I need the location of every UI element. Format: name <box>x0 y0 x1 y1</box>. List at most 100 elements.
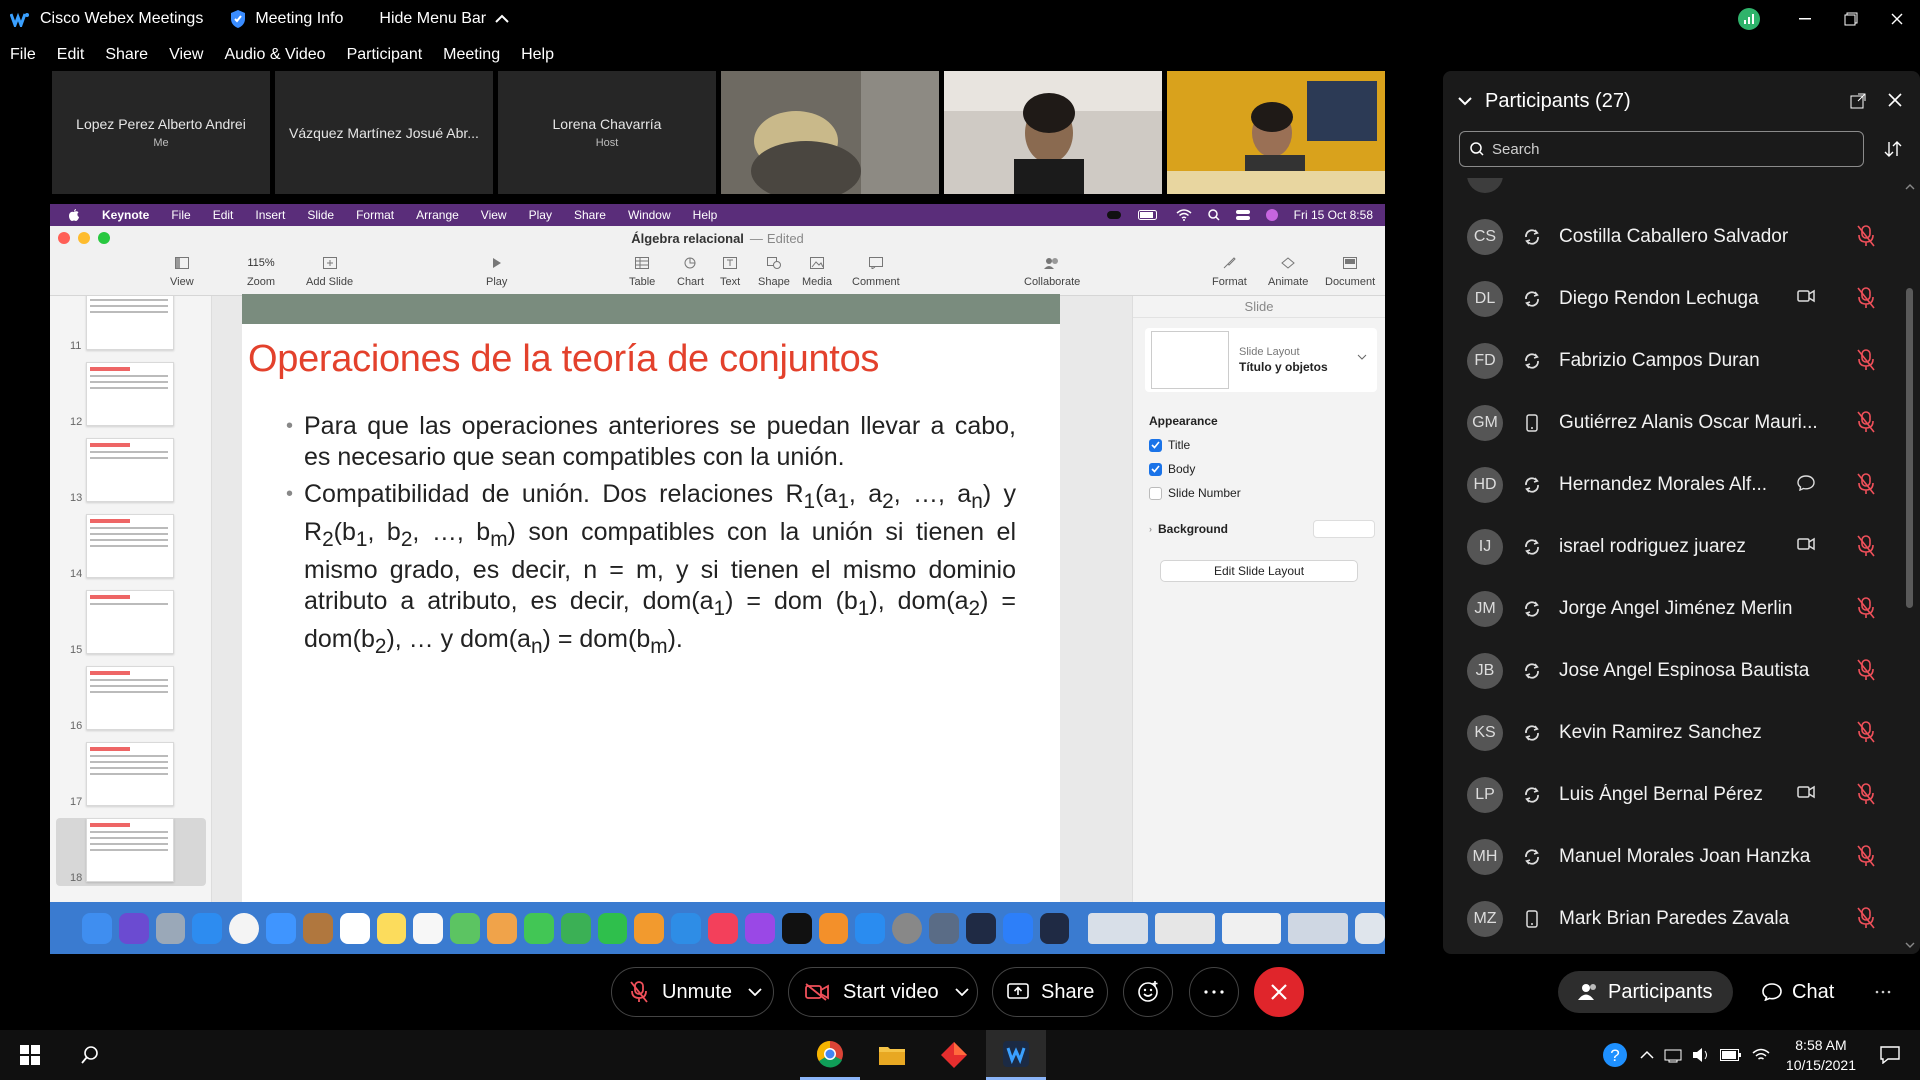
help-icon[interactable]: ? <box>1602 1042 1628 1068</box>
video-feed-3[interactable] <box>1167 71 1385 194</box>
file-explorer-icon[interactable] <box>862 1030 922 1080</box>
menu-share[interactable]: Share <box>105 46 148 64</box>
menu-audio-video[interactable]: Audio & Video <box>224 46 325 64</box>
video-feed-2[interactable] <box>944 71 1162 194</box>
taskbar-search-icon[interactable] <box>60 1030 120 1080</box>
muted-microphone-icon[interactable] <box>1857 659 1875 681</box>
restore-button[interactable] <box>1828 0 1874 38</box>
participants-toggle-button[interactable]: Participants <box>1558 971 1733 1013</box>
pop-out-icon[interactable] <box>1850 93 1866 109</box>
video-tile-self[interactable]: Lopez Perez Alberto Andrei Me <box>52 71 270 194</box>
tray-chevron-up-icon[interactable] <box>1640 1050 1654 1060</box>
volume-icon[interactable] <box>1692 1047 1710 1063</box>
video-tile-participant[interactable]: Vázquez Martínez Josué Abr... <box>275 71 493 194</box>
muted-microphone-icon[interactable] <box>1857 349 1875 371</box>
unmute-button[interactable]: Unmute <box>611 967 774 1017</box>
leave-meeting-button[interactable] <box>1254 967 1304 1017</box>
menu-edit[interactable]: Edit <box>57 46 85 64</box>
video-off-icon <box>805 983 829 1001</box>
disclosure-triangle-icon: › <box>1149 524 1152 534</box>
traffic-lights <box>58 232 110 244</box>
participant-row[interactable]: JM Jorge Angel Jiménez Merlin <box>1443 578 1903 640</box>
participant-scrollbar[interactable] <box>1903 178 1917 954</box>
battery-tray-icon[interactable] <box>1719 1049 1742 1061</box>
participant-row[interactable]: GM Gutiérrez Alanis Oscar Mauri... <box>1443 392 1903 454</box>
muted-microphone-icon[interactable] <box>1857 845 1875 867</box>
numbers-icon <box>560 912 591 944</box>
more-horizontal-icon <box>1875 990 1891 994</box>
muted-microphone-icon[interactable] <box>1857 721 1875 743</box>
menu-view[interactable]: View <box>169 46 203 64</box>
toolbar-shape: Shape <box>758 256 790 288</box>
video-feed-1[interactable] <box>721 71 939 194</box>
participant-row[interactable]: CS Costilla Caballero Salvador <box>1443 206 1903 268</box>
video-camera-icon <box>1797 537 1815 551</box>
body-checkbox-label: Body <box>1168 462 1196 476</box>
background-label: Background <box>1158 522 1229 536</box>
notifications-icon[interactable] <box>1880 1046 1900 1064</box>
chat-toggle-button[interactable]: Chat <box>1742 971 1854 1013</box>
muted-microphone-icon[interactable] <box>1857 287 1875 309</box>
slide-thumb-18-selected: 18 <box>56 818 206 886</box>
zoom-value: 115% <box>247 257 275 269</box>
menu-file[interactable]: File <box>10 46 36 64</box>
muted-microphone-icon[interactable] <box>1857 535 1875 557</box>
network-icon[interactable] <box>1664 1047 1682 1063</box>
participant-row[interactable]: DL Diego Rendon Lechuga <box>1443 268 1903 330</box>
wifi-tray-icon[interactable] <box>1752 1048 1770 1062</box>
taskbar-clock[interactable]: 8:58 AM 10/15/2021 <box>1786 1035 1856 1075</box>
minimize-button[interactable] <box>1782 0 1828 38</box>
shared-screen: Keynote File Edit Insert Slide Format Ar… <box>50 204 1385 954</box>
participant-row[interactable]: MH Manuel Morales Joan Hanzka <box>1443 826 1903 888</box>
webex-taskbar-icon[interactable] <box>986 1030 1046 1080</box>
photos-icon <box>487 912 517 944</box>
participant-row[interactable]: KS Kevin Ramirez Sanchez <box>1443 702 1903 764</box>
participant-row[interactable]: IJ israel rodriguez juarez <box>1443 516 1903 578</box>
app-title-group: Cisco Webex Meetings <box>10 10 203 28</box>
start-video-button[interactable]: Start video <box>788 967 978 1017</box>
slide-bullet: Compatibilidad de unión. Dos relaciones … <box>286 479 1016 662</box>
chevron-down-icon[interactable] <box>748 988 762 996</box>
app-taskbar-icon[interactable] <box>924 1030 984 1080</box>
mac-menu-format: Format <box>356 208 395 222</box>
meeting-info-button[interactable]: Meeting Info <box>229 9 343 29</box>
slide-number: 17 <box>70 796 83 808</box>
slide-number: 14 <box>70 568 83 580</box>
share-button[interactable]: Share <box>992 967 1108 1017</box>
participant-row[interactable]: LP Luis Ángel Bernal Pérez <box>1443 764 1903 826</box>
search-input[interactable] <box>1492 140 1852 158</box>
menu-help[interactable]: Help <box>521 46 554 64</box>
close-window-button[interactable] <box>1874 0 1920 38</box>
slide-number: 11 <box>70 340 82 352</box>
participant-row[interactable]: JB Jose Angel Espinosa Bautista <box>1443 640 1903 702</box>
more-options-button[interactable] <box>1189 967 1239 1017</box>
video-tile-host[interactable]: Lorena Chavarría Host <box>498 71 716 194</box>
panel-more-button[interactable] <box>1858 967 1908 1017</box>
muted-microphone-icon[interactable] <box>1857 225 1875 247</box>
mac-menu-help: Help <box>692 208 718 222</box>
mac-menu-insert: Insert <box>255 208 286 222</box>
hide-menu-bar-button[interactable]: Hide Menu Bar <box>379 10 510 28</box>
menu-meeting[interactable]: Meeting <box>443 46 500 64</box>
participant-row[interactable]: FD Fabrizio Campos Duran <box>1443 330 1903 392</box>
participants-toggle-label: Participants <box>1608 980 1713 1003</box>
participant-row[interactable]: HD Hernandez Morales Alf... <box>1443 454 1903 516</box>
reactions-button[interactable] <box>1123 967 1173 1017</box>
participant-row[interactable]: MZ Mark Brian Paredes Zavala <box>1443 888 1903 950</box>
participant-row-partial[interactable] <box>1443 178 1903 206</box>
scrollbar-thumb[interactable] <box>1906 288 1913 608</box>
windows-start-icon[interactable] <box>0 1030 60 1080</box>
muted-microphone-icon[interactable] <box>1857 473 1875 495</box>
menu-participant[interactable]: Participant <box>347 46 423 64</box>
chevron-down-icon[interactable] <box>954 988 969 996</box>
network-health-icon[interactable] <box>1738 8 1760 30</box>
muted-microphone-icon[interactable] <box>1857 597 1875 619</box>
chrome-taskbar-icon[interactable] <box>800 1030 860 1080</box>
collapse-chevron-icon[interactable] <box>1457 96 1473 106</box>
muted-microphone-icon[interactable] <box>1857 907 1875 929</box>
close-panel-icon[interactable] <box>1888 93 1902 109</box>
muted-microphone-icon[interactable] <box>1857 411 1875 433</box>
dock-recent-window <box>1288 912 1349 944</box>
sort-icon[interactable] <box>1884 141 1902 157</box>
muted-microphone-icon[interactable] <box>1857 783 1875 805</box>
